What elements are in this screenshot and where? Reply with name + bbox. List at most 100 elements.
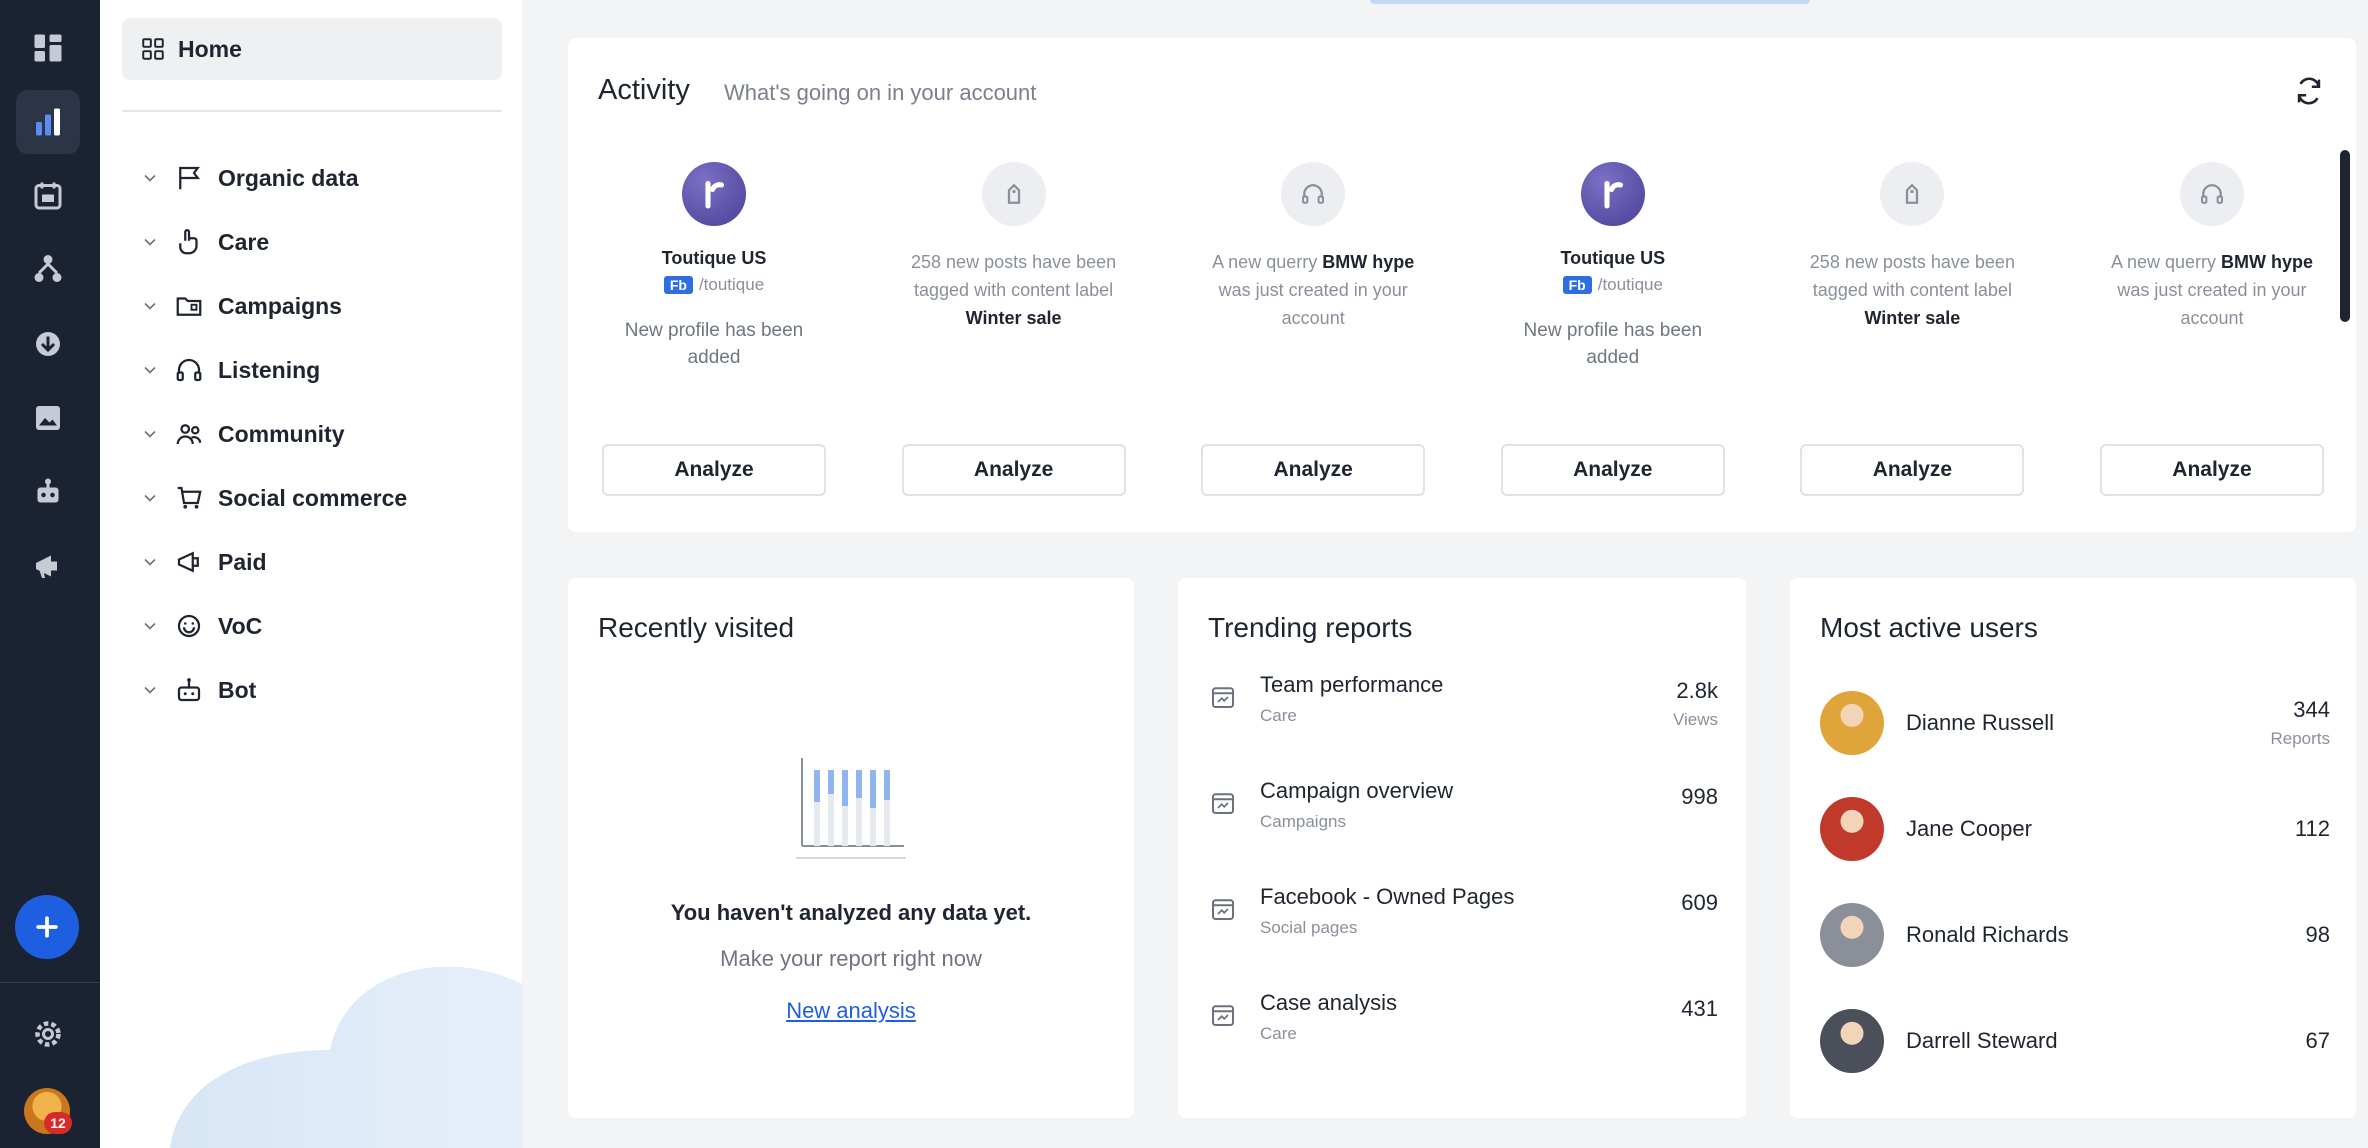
activity-item: 258 new posts have been tagged with cont…	[1796, 162, 2028, 512]
report-views: 609	[1681, 890, 1718, 915]
recently-visited-title: Recently visited	[598, 612, 795, 643]
nav-item-label: Paid	[218, 548, 267, 575]
headphones-icon	[176, 358, 202, 382]
tag-icon	[981, 162, 1046, 226]
user-report-unit: Reports	[2270, 729, 2330, 748]
activity-item: 258 new posts have been tagged with cont…	[898, 162, 1130, 512]
inbox-icon[interactable]	[16, 312, 80, 376]
user-row[interactable]: Ronald Richards 98	[1820, 882, 2330, 988]
report-row[interactable]: Facebook - Owned Pages Social pages 609	[1208, 882, 1718, 988]
megaphone-icon[interactable]	[16, 534, 80, 598]
chevron-down-icon[interactable]	[140, 168, 160, 188]
nav-item-label: Organic data	[218, 164, 359, 191]
analytics-icon[interactable]	[16, 90, 80, 154]
calendar-icon[interactable]	[16, 164, 80, 228]
robot-icon[interactable]	[16, 460, 80, 524]
report-row[interactable]: Case analysis Care 431	[1208, 988, 1718, 1094]
nav-item-label: Bot	[218, 676, 257, 703]
activity-subtitle: What's going on in your account	[724, 80, 1037, 105]
refresh-icon[interactable]	[2292, 74, 2326, 108]
add-button[interactable]	[15, 895, 79, 959]
nav-item-voc[interactable]: VoC	[140, 594, 520, 658]
activity-description: New profile has been added	[1523, 320, 1703, 368]
dashboard-icon[interactable]	[16, 16, 80, 80]
user-row[interactable]: Darrell Steward 67	[1820, 988, 2330, 1094]
activity-scrollbar[interactable]	[2340, 150, 2350, 322]
gear-icon[interactable]	[16, 1002, 80, 1066]
report-row[interactable]: Campaign overview Campaigns 998	[1208, 776, 1718, 882]
profile-name: Toutique US	[1560, 248, 1666, 268]
nav-item-community[interactable]: Community	[140, 402, 520, 466]
nav-item-label: VoC	[218, 612, 263, 639]
chevron-down-icon[interactable]	[140, 360, 160, 380]
new-analysis-link[interactable]: New analysis	[568, 998, 1134, 1024]
grid-icon	[142, 38, 164, 60]
chevron-down-icon[interactable]	[140, 552, 160, 572]
analyze-button[interactable]: Analyze	[901, 444, 1126, 496]
nav-item-social-commerce[interactable]: Social commerce	[140, 466, 520, 530]
nav-item-organic-data[interactable]: Organic data	[140, 146, 520, 210]
user-report-count: 67	[2305, 1028, 2330, 1053]
chevron-down-icon[interactable]	[140, 680, 160, 700]
people-icon	[176, 424, 202, 445]
nav-item-label: Listening	[218, 356, 321, 383]
robot-icon	[177, 678, 201, 702]
trending-reports-list: Team performance Care 2.8k Views Campaign ov…	[1208, 670, 1718, 1094]
notification-badge: 12	[44, 1112, 72, 1134]
nav-home-label: Home	[178, 35, 242, 62]
chevron-down-icon[interactable]	[140, 616, 160, 636]
activity-description: A new querry BMW hype was just created i…	[1212, 252, 1415, 328]
report-category: Care	[1260, 1024, 1297, 1043]
nav-item-label: Social commerce	[218, 484, 408, 511]
activity-description: 258 new posts have been tagged with cont…	[911, 252, 1117, 328]
user-row[interactable]: Dianne Russell 344 Reports	[1820, 670, 2330, 776]
nav-item-care[interactable]: Care	[140, 210, 520, 274]
analyze-button[interactable]: Analyze	[1201, 444, 1426, 496]
user-row[interactable]: Jane Cooper 112	[1820, 776, 2330, 882]
report-icon	[1212, 1005, 1234, 1026]
activity-description: New profile has been added	[624, 320, 804, 368]
nav-item-paid[interactable]: Paid	[140, 530, 520, 594]
cloud-decoration	[170, 966, 522, 1148]
hierarchy-icon[interactable]	[16, 238, 80, 302]
rail-divider	[0, 982, 100, 983]
nav-item-campaigns[interactable]: Campaigns	[140, 274, 520, 338]
nav-item-bot[interactable]: Bot	[140, 658, 520, 722]
report-name: Team performance	[1260, 672, 1444, 697]
brand-logo	[1580, 162, 1645, 226]
report-icon	[1212, 687, 1234, 708]
report-views-unit: Views	[1672, 710, 1718, 729]
cart-icon	[177, 486, 202, 509]
analyze-button[interactable]: Analyze	[602, 444, 826, 496]
app-rail: 12	[0, 0, 100, 1148]
user-report-count: 344	[2293, 697, 2330, 722]
user-name: Jane Cooper	[1906, 816, 2032, 841]
smile-icon	[177, 614, 201, 638]
most-active-users-list: Dianne Russell 344 Reports Jane Cooper 112 Ro…	[1820, 670, 2330, 1094]
user-name: Darrell Steward	[1906, 1028, 2058, 1053]
profile-handle-row: Fb/toutique	[663, 275, 765, 295]
analyze-button[interactable]: Analyze	[2099, 444, 2324, 496]
chevron-down-icon[interactable]	[140, 424, 160, 444]
flag-icon	[179, 166, 200, 190]
report-views: 998	[1681, 784, 1718, 809]
chevron-down-icon[interactable]	[140, 296, 160, 316]
user-avatar	[1820, 1009, 1884, 1073]
image-icon[interactable]	[16, 386, 80, 450]
profile-handle: /toutique	[698, 275, 765, 294]
facebook-tag: Fb	[1562, 276, 1592, 294]
empty-state-title: You haven't analyzed any data yet.	[670, 900, 1032, 925]
profile-handle-row: Fb/toutique	[1562, 275, 1663, 295]
nav-item-label: Campaigns	[218, 292, 342, 319]
chevron-down-icon[interactable]	[140, 232, 160, 252]
report-category: Care	[1260, 706, 1297, 725]
analyze-button[interactable]: Analyze	[1500, 444, 1725, 496]
analyze-button[interactable]: Analyze	[1800, 444, 2025, 496]
report-row[interactable]: Team performance Care 2.8k Views	[1208, 670, 1718, 776]
user-report-count: 112	[2294, 816, 2330, 841]
user-report-count: 98	[2305, 922, 2330, 947]
nav-item-listening[interactable]: Listening	[140, 338, 520, 402]
nav-home[interactable]: Home	[122, 18, 502, 80]
report-name: Campaign overview	[1260, 778, 1454, 803]
chevron-down-icon[interactable]	[140, 488, 160, 508]
